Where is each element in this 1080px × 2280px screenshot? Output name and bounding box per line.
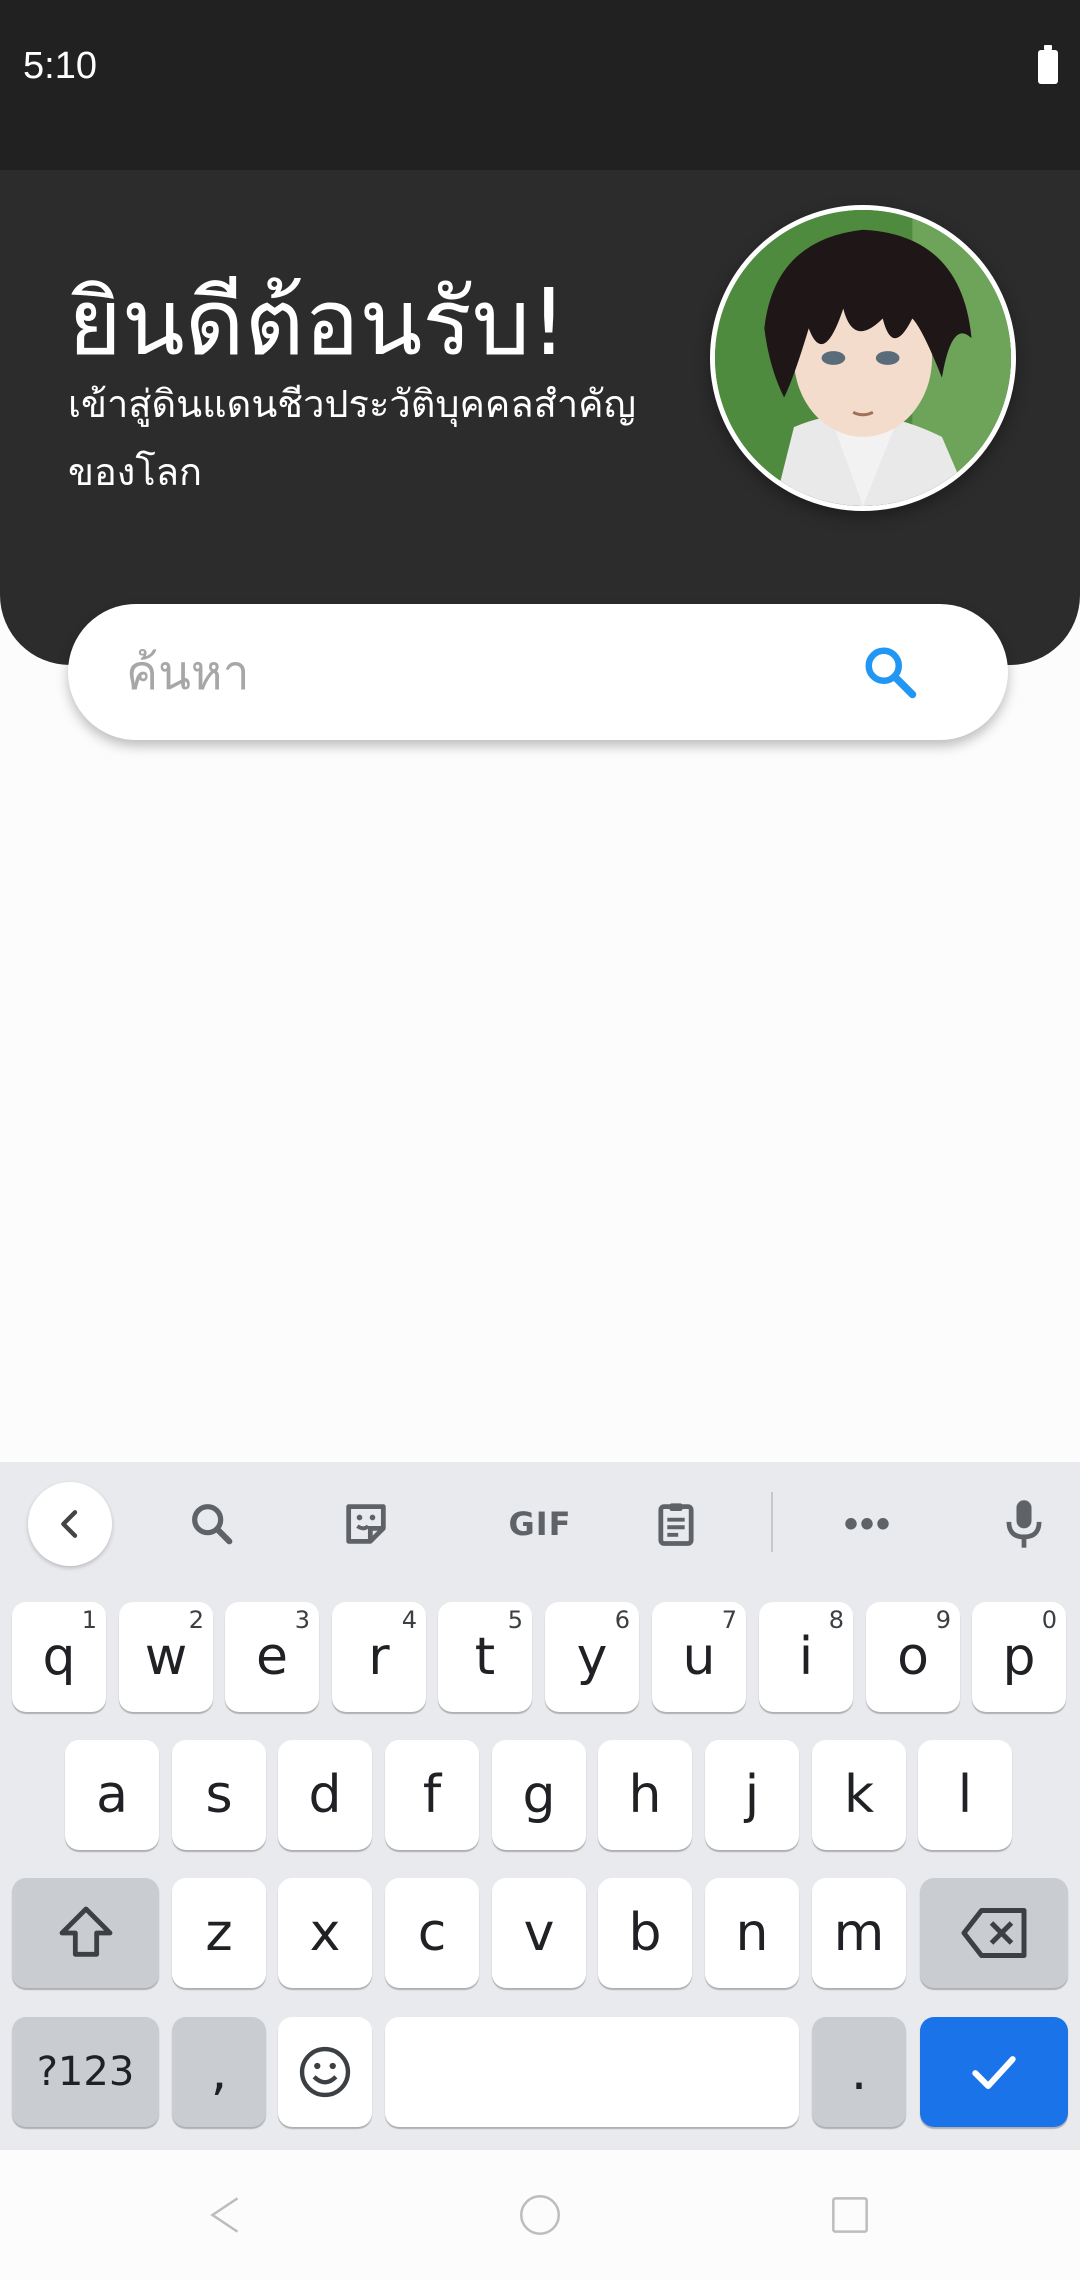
sticker-button[interactable]: [326, 1484, 406, 1564]
key-hint: 6: [614, 1606, 630, 1634]
sticker-icon: [346, 1504, 386, 1544]
status-bar: 5:10: [0, 0, 1080, 170]
period-key[interactable]: .: [812, 2017, 906, 2127]
key-u[interactable]: u7: [652, 1602, 746, 1712]
more-options-button[interactable]: •••: [828, 1484, 908, 1564]
key-j[interactable]: j: [705, 1740, 799, 1850]
page-subtitle: เข้าสู่ดินแดนชีวประวัติบุคคลสำคัญของโลก: [68, 382, 636, 494]
collapse-toolbar-button[interactable]: [28, 1482, 112, 1566]
key-t[interactable]: t5: [438, 1602, 532, 1712]
key-o[interactable]: o9: [866, 1602, 960, 1712]
key-hint: 4: [401, 1606, 417, 1634]
key-label: t: [474, 1627, 496, 1687]
back-nav-icon[interactable]: [200, 2190, 250, 2240]
space-key[interactable]: [385, 2017, 799, 2127]
microphone-icon: [1006, 1500, 1042, 1548]
key-x[interactable]: x: [278, 1878, 372, 1988]
navigation-bar: [0, 2150, 1080, 2280]
gif-button[interactable]: GIF: [480, 1484, 600, 1564]
key-f[interactable]: f: [385, 1740, 479, 1850]
key-label: i: [798, 1627, 814, 1687]
comma-key[interactable]: ,: [172, 2017, 266, 2127]
key-label: q: [42, 1627, 76, 1687]
symbols-key[interactable]: ?123: [12, 2017, 159, 2127]
shift-key[interactable]: [12, 1878, 159, 1988]
clipboard-button[interactable]: [636, 1484, 716, 1564]
key-d[interactable]: d: [278, 1740, 372, 1850]
search-icon: [192, 1504, 233, 1545]
key-m[interactable]: m: [812, 1878, 906, 1988]
key-c[interactable]: c: [385, 1878, 479, 1988]
key-e[interactable]: e3: [225, 1602, 319, 1712]
status-time: 5:10: [23, 45, 97, 87]
home-nav-icon[interactable]: [515, 2190, 565, 2240]
key-label: w: [144, 1627, 188, 1687]
gif-label: GIF: [508, 1505, 572, 1543]
key-k[interactable]: k: [812, 1740, 906, 1850]
key-label: y: [576, 1627, 608, 1687]
key-q[interactable]: q1: [12, 1602, 106, 1712]
search-bar[interactable]: [68, 604, 1008, 740]
key-hint: 3: [294, 1606, 310, 1634]
keyboard-toolbar: GIF •••: [0, 1462, 1080, 1582]
key-hint: 0: [1041, 1606, 1057, 1634]
key-a[interactable]: a: [65, 1740, 159, 1850]
key-w[interactable]: w2: [119, 1602, 213, 1712]
enter-key[interactable]: [920, 2017, 1068, 2127]
key-v[interactable]: v: [492, 1878, 586, 1988]
key-label: r: [368, 1627, 390, 1687]
key-g[interactable]: g: [492, 1740, 586, 1850]
emoji-key[interactable]: [278, 2017, 372, 2127]
toolbar-divider: [771, 1492, 773, 1552]
key-label: u: [682, 1627, 716, 1687]
keyboard-search-button[interactable]: [172, 1484, 252, 1564]
key-s[interactable]: s: [172, 1740, 266, 1850]
backspace-key[interactable]: [920, 1878, 1068, 1988]
voice-input-button[interactable]: [984, 1484, 1064, 1564]
welcome-header: ยินดีต้อนรับ! เข้าสู่ดินแดนชีวประวัติบุค…: [0, 170, 1080, 665]
avatar-illustration: [715, 210, 1011, 506]
clipboard-icon: [658, 1503, 694, 1546]
search-icon[interactable]: [860, 642, 920, 702]
more-icon: •••: [843, 1501, 892, 1546]
backspace-icon: [961, 1908, 1027, 1958]
key-b[interactable]: b: [598, 1878, 692, 1988]
chevron-left-icon: [61, 1510, 78, 1538]
key-hint: 5: [507, 1606, 523, 1634]
keyboard: GIF ••• q1 w2 e3 r4 t5 y6 u7 i8 o9 p0 a …: [0, 1462, 1080, 2150]
recents-nav-icon[interactable]: [825, 2190, 875, 2240]
key-label: e: [256, 1627, 288, 1687]
key-label: p: [1002, 1627, 1036, 1687]
key-hint: 9: [935, 1606, 951, 1634]
battery-icon: [1038, 45, 1058, 84]
shift-icon: [59, 1906, 112, 1957]
key-hint: 1: [81, 1606, 97, 1634]
key-n[interactable]: n: [705, 1878, 799, 1988]
key-l[interactable]: l: [918, 1740, 1012, 1850]
key-y[interactable]: y6: [545, 1602, 639, 1712]
key-p[interactable]: p0: [972, 1602, 1066, 1712]
key-label: o: [897, 1627, 929, 1687]
emoji-icon: [299, 2046, 351, 2098]
key-hint: 8: [828, 1606, 844, 1634]
key-hint: 7: [721, 1606, 737, 1634]
key-i[interactable]: i8: [759, 1602, 853, 1712]
avatar[interactable]: [710, 205, 1016, 511]
key-r[interactable]: r4: [332, 1602, 426, 1712]
key-z[interactable]: z: [172, 1878, 266, 1988]
key-hint: 2: [188, 1606, 204, 1634]
checkmark-icon: [972, 2056, 1016, 2090]
key-h[interactable]: h: [598, 1740, 692, 1850]
search-input[interactable]: [124, 634, 828, 712]
